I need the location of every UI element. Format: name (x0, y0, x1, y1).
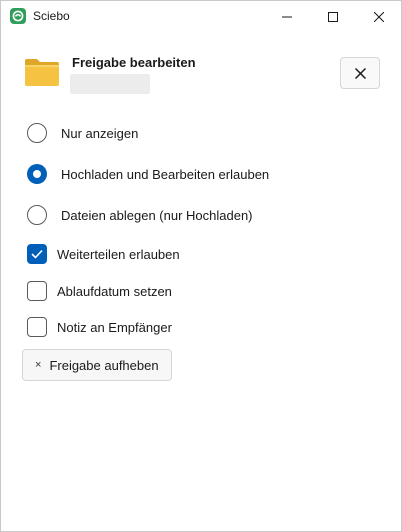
checkbox[interactable] (27, 317, 47, 337)
checkbox-label: Notiz an Empfänger (57, 319, 172, 335)
checkbox-checked[interactable] (27, 244, 47, 264)
window-title: Sciebo (33, 9, 70, 23)
radio-button[interactable] (27, 123, 47, 143)
checkbox[interactable] (27, 281, 47, 301)
minimize-button[interactable] (264, 1, 310, 32)
sciebo-logo-icon (10, 8, 26, 24)
checkbox-note-to-recipient[interactable]: Notiz an Empfänger (27, 317, 172, 337)
checkbox-allow-reshare[interactable]: Weiterteilen erlauben (27, 244, 180, 264)
checkbox-set-expiry[interactable]: Ablaufdatum setzen (27, 281, 172, 301)
radio-file-drop[interactable]: Dateien ablegen (nur Hochladen) (27, 205, 253, 225)
radio-upload-edit[interactable]: Hochladen und Bearbeiten erlauben (27, 164, 269, 184)
dialog-title: Freigabe bearbeiten (72, 55, 196, 70)
file-name-placeholder (70, 74, 150, 94)
checkbox-label: Weiterteilen erlauben (57, 246, 180, 262)
radio-view-only[interactable]: Nur anzeigen (27, 123, 138, 143)
window-close-button[interactable] (356, 1, 402, 32)
minimize-icon (282, 16, 292, 17)
checkmark-icon (31, 249, 43, 259)
radio-button-selected[interactable] (27, 164, 47, 184)
close-icon (354, 67, 366, 79)
unshare-button[interactable]: × Freigabe aufheben (22, 349, 172, 381)
maximize-icon (328, 11, 338, 22)
close-icon (374, 11, 384, 22)
title-bar: Sciebo (1, 1, 401, 32)
share-dialog-window: Sciebo Freigabe bearbeiten Nur anzeigen … (0, 0, 402, 532)
close-share-panel-button[interactable] (340, 57, 380, 89)
unshare-label: Freigabe aufheben (49, 357, 159, 373)
radio-label: Dateien ablegen (nur Hochladen) (61, 207, 253, 223)
checkbox-label: Ablaufdatum setzen (57, 283, 172, 299)
close-icon: × (35, 359, 42, 371)
radio-label: Nur anzeigen (61, 125, 139, 141)
radio-label: Hochladen und Bearbeiten erlauben (61, 166, 270, 182)
maximize-button[interactable] (310, 1, 356, 32)
radio-button[interactable] (27, 205, 47, 225)
folder-icon (25, 59, 59, 86)
